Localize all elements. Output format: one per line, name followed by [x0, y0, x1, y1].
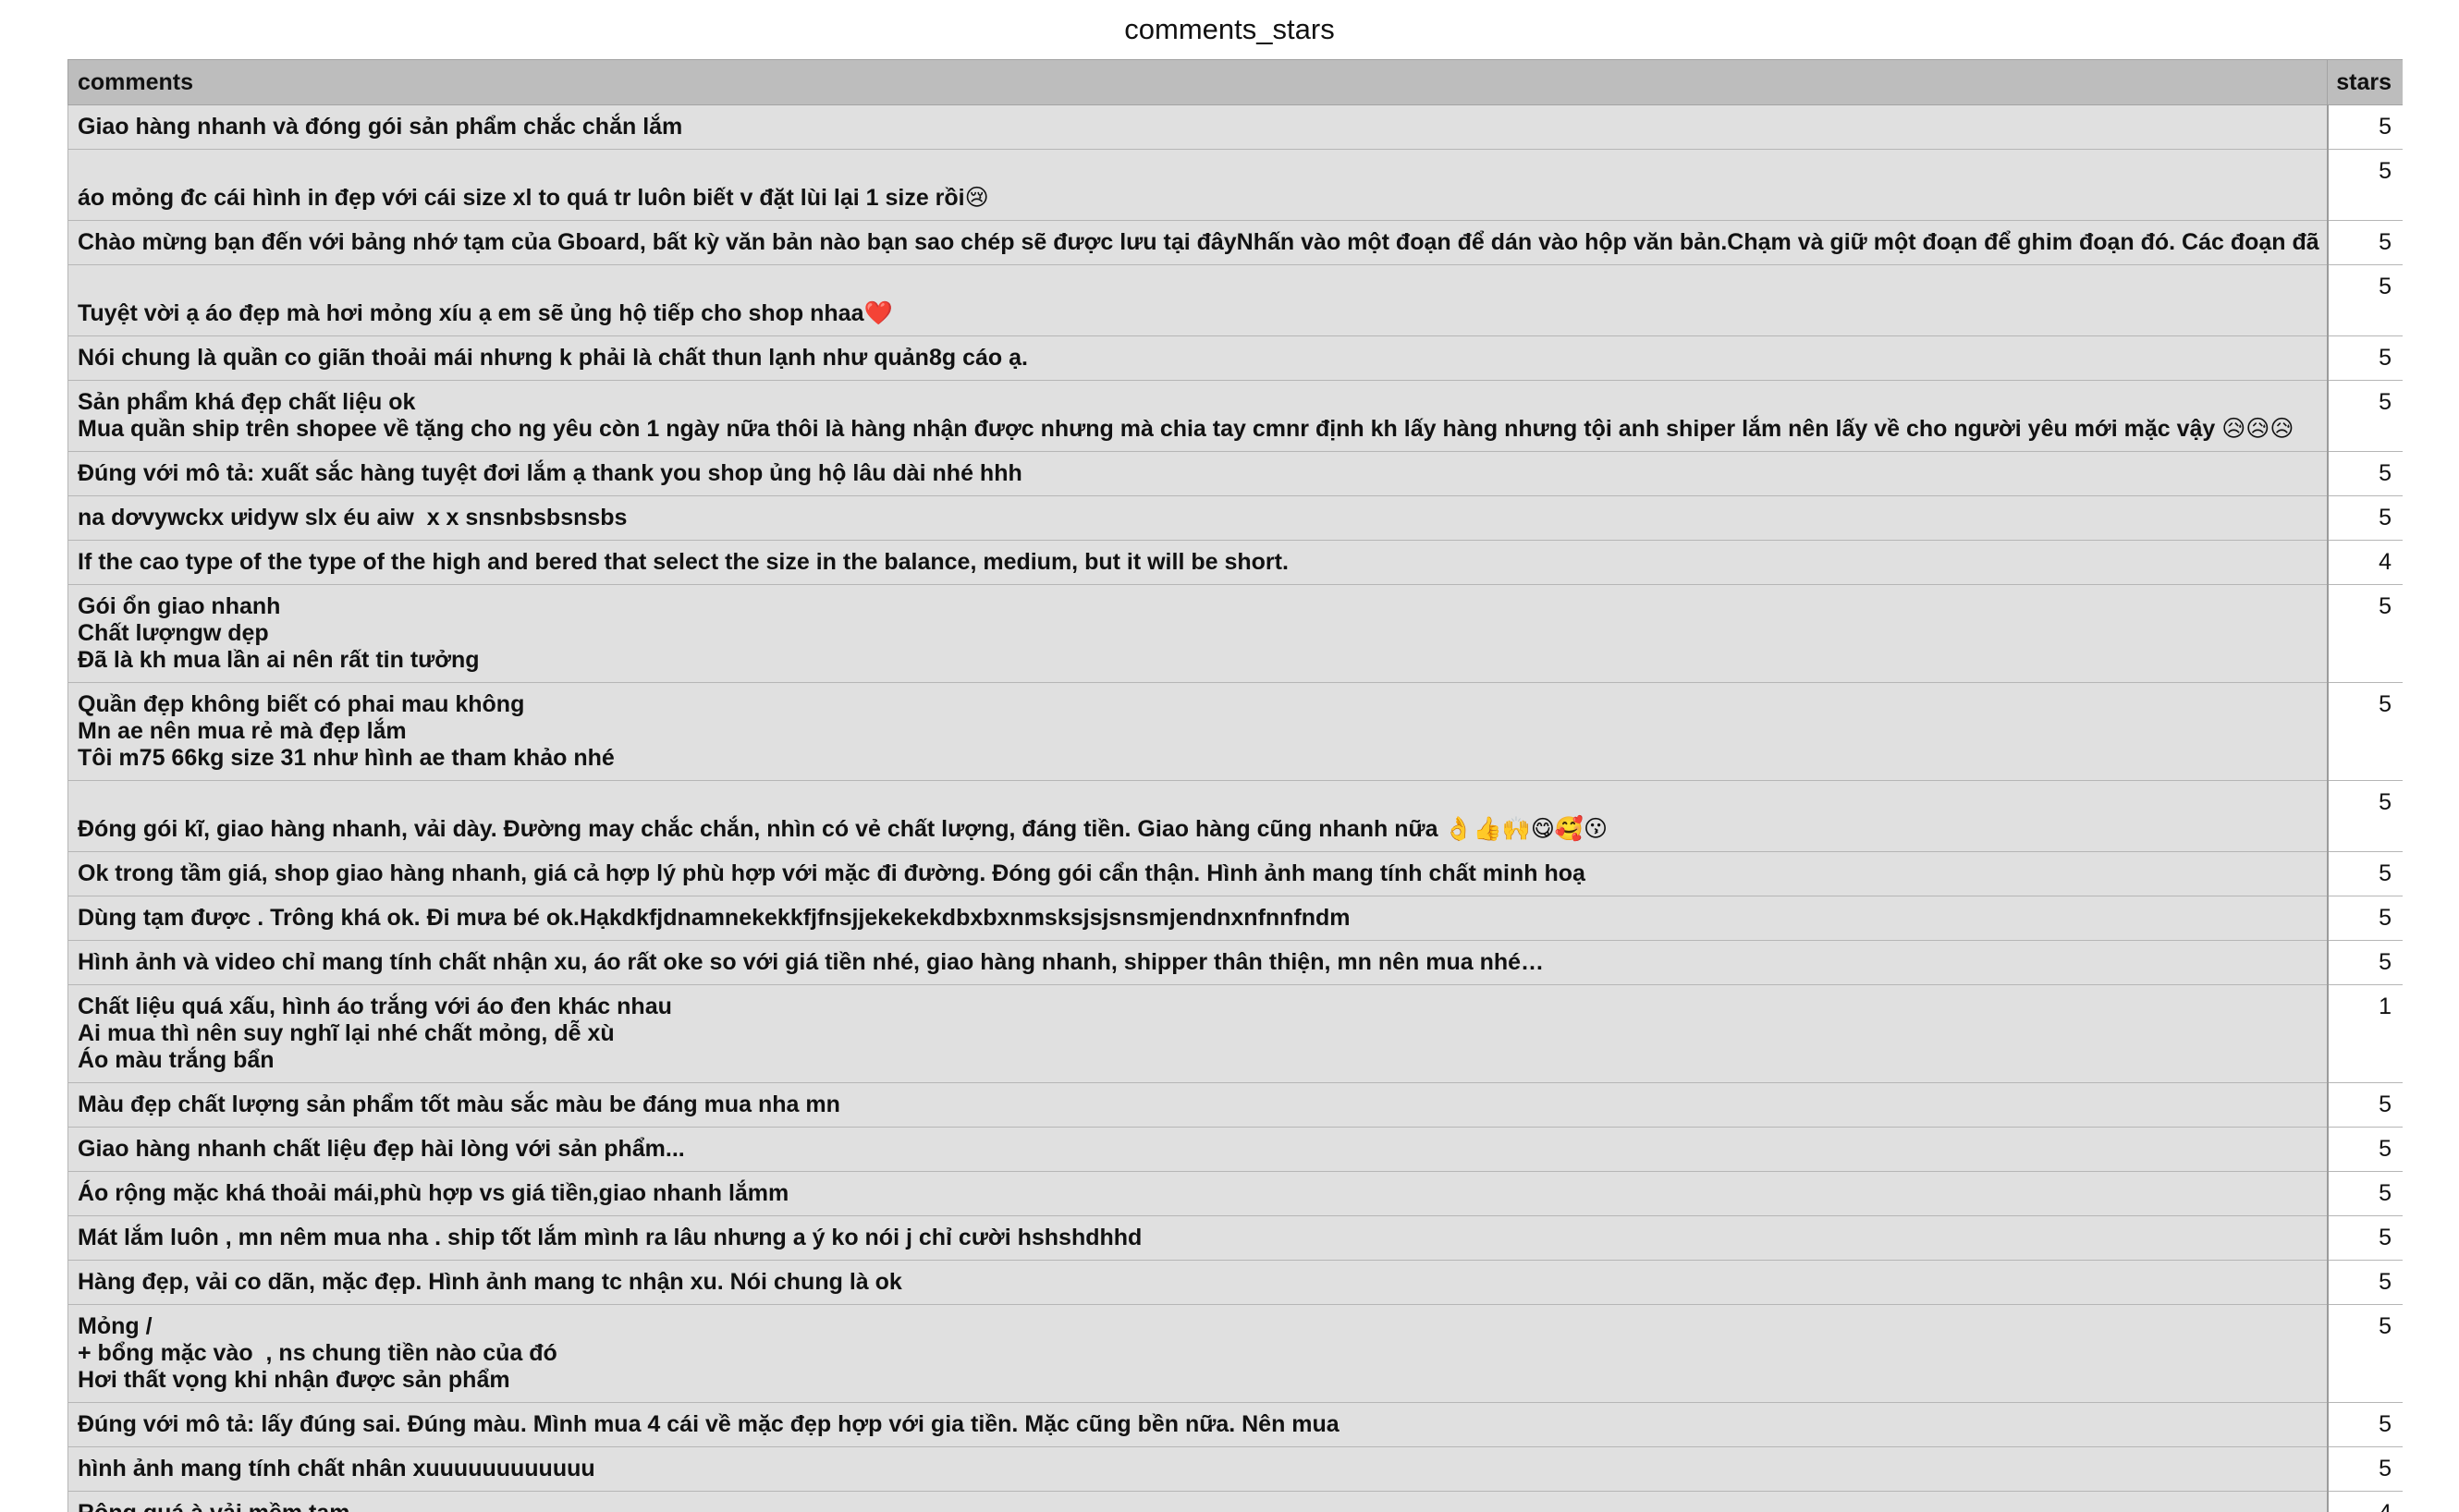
table-header-row: comments stars — [67, 59, 2403, 105]
table-row: Quần đẹp không biết có phai mau không Mn… — [67, 682, 2403, 781]
stars-cell[interactable]: 5 — [2326, 1082, 2403, 1128]
stars-cell[interactable]: 5 — [2326, 1446, 2403, 1492]
table-row: Gói ổn giao nhanh Chất lượngw dẹp Đã là … — [67, 584, 2403, 683]
stars-cell[interactable]: 5 — [2326, 1304, 2403, 1403]
table-row: Sản phẩm khá đẹp chất liệu ok Mua quần s… — [67, 380, 2403, 452]
comments-stars-table: comments stars Giao hàng nhanh và đóng g… — [67, 59, 2403, 1512]
stars-cell[interactable]: 5 — [2326, 495, 2403, 541]
stars-cell[interactable]: 5 — [2326, 851, 2403, 896]
stars-cell[interactable]: 4 — [2326, 1491, 2403, 1512]
comment-cell[interactable]: Chất liệu quá xấu, hình áo trắng với áo … — [67, 984, 2328, 1083]
comment-cell[interactable]: Chào mừng bạn đến với bảng nhớ tạm của G… — [67, 220, 2328, 265]
stars-cell[interactable]: 5 — [2326, 1402, 2403, 1447]
stars-cell[interactable]: 5 — [2326, 335, 2403, 381]
comment-cell[interactable]: Đóng gói kĩ, giao hàng nhanh, vải dày. Đ… — [67, 780, 2328, 852]
stars-cell[interactable]: 5 — [2326, 264, 2403, 336]
table-body: Giao hàng nhanh và đóng gói sản phẩm chắ… — [67, 104, 2403, 1512]
comment-cell[interactable]: Ok trong tầm giá, shop giao hàng nhanh, … — [67, 851, 2328, 896]
comment-cell[interactable]: áo mỏng đc cái hình in đẹp với cái size … — [67, 149, 2328, 221]
stars-cell[interactable]: 5 — [2326, 940, 2403, 985]
comment-cell[interactable]: Đúng với mô tả: lấy đúng sai. Đúng màu. … — [67, 1402, 2328, 1447]
comment-cell[interactable]: Hình ảnh và video chỉ mang tính chất nhậ… — [67, 940, 2328, 985]
stars-cell[interactable]: 5 — [2326, 1171, 2403, 1216]
comment-cell[interactable]: Quần đẹp không biết có phai mau không Mn… — [67, 682, 2328, 781]
table-row: Đúng với mô tả: xuất sắc hàng tuyệt đơi … — [67, 451, 2403, 496]
comment-cell[interactable]: Nói chung là quần co giãn thoải mái nhưn… — [67, 335, 2328, 381]
stars-cell[interactable]: 5 — [2326, 451, 2403, 496]
stars-cell[interactable]: 5 — [2326, 896, 2403, 941]
stars-cell[interactable]: 5 — [2326, 682, 2403, 781]
table-row: Màu đẹp chất lượng sản phẩm tốt màu sắc … — [67, 1082, 2403, 1128]
table-row: Nói chung là quần co giãn thoải mái nhưn… — [67, 335, 2403, 381]
column-header-comments[interactable]: comments — [67, 59, 2328, 105]
comment-cell[interactable]: Rộng quá à vải mềm tạm Và cho hai cái nú… — [67, 1491, 2328, 1512]
table-row: Ok trong tầm giá, shop giao hàng nhanh, … — [67, 851, 2403, 896]
stars-cell[interactable]: 5 — [2326, 1215, 2403, 1261]
comment-cell[interactable]: Màu đẹp chất lượng sản phẩm tốt màu sắc … — [67, 1082, 2328, 1128]
table-row: Dùng tạm được . Trông khá ok. Đi mưa bé … — [67, 896, 2403, 941]
stars-cell[interactable]: 5 — [2326, 584, 2403, 683]
table-row: Đúng với mô tả: lấy đúng sai. Đúng màu. … — [67, 1402, 2403, 1447]
table-row: Giao hàng nhanh chất liệu đẹp hài lòng v… — [67, 1127, 2403, 1172]
table-row: Rộng quá à vải mềm tạm Và cho hai cái nú… — [67, 1491, 2403, 1512]
table-row: Giao hàng nhanh và đóng gói sản phẩm chắ… — [67, 104, 2403, 150]
comment-cell[interactable]: Mát lắm luôn , mn nêm mua nha . ship tốt… — [67, 1215, 2328, 1261]
table-row: Hình ảnh và video chỉ mang tính chất nhậ… — [67, 940, 2403, 985]
comment-cell[interactable]: Áo rộng mặc khá thoải mái,phù hợp vs giá… — [67, 1171, 2328, 1216]
table-row: Mỏng / + bổng mặc vào , ns chung tiền nà… — [67, 1304, 2403, 1403]
stars-cell[interactable]: 5 — [2326, 780, 2403, 852]
table-row: Đóng gói kĩ, giao hàng nhanh, vải dày. Đ… — [67, 780, 2403, 852]
comment-cell[interactable]: If the cao type of the type of the high … — [67, 540, 2328, 585]
table-row: Hàng đẹp, vải co dãn, mặc đẹp. Hình ảnh … — [67, 1260, 2403, 1305]
stars-cell[interactable]: 5 — [2326, 104, 2403, 150]
comment-cell[interactable]: Dùng tạm được . Trông khá ok. Đi mưa bé … — [67, 896, 2328, 941]
stars-cell[interactable]: 5 — [2326, 149, 2403, 221]
table-row: Chào mừng bạn đến với bảng nhớ tạm của G… — [67, 220, 2403, 265]
comment-cell[interactable]: na dơvywckx ưidyw slx éu aiw x x snsnbsb… — [67, 495, 2328, 541]
comment-cell[interactable]: Đúng với mô tả: xuất sắc hàng tuyệt đơi … — [67, 451, 2328, 496]
stars-cell[interactable]: 5 — [2326, 380, 2403, 452]
table-row: hình ảnh mang tính chất nhân xuuuuuuuuuu… — [67, 1446, 2403, 1492]
comment-cell[interactable]: Giao hàng nhanh và đóng gói sản phẩm chắ… — [67, 104, 2328, 150]
column-header-stars[interactable]: stars — [2327, 59, 2403, 105]
stars-cell[interactable]: 5 — [2326, 1127, 2403, 1172]
table-row: Mát lắm luôn , mn nêm mua nha . ship tốt… — [67, 1215, 2403, 1261]
comment-cell[interactable]: Sản phẩm khá đẹp chất liệu ok Mua quần s… — [67, 380, 2328, 452]
table-row: If the cao type of the type of the high … — [67, 540, 2403, 585]
stars-cell[interactable]: 5 — [2326, 1260, 2403, 1305]
stars-cell[interactable]: 4 — [2326, 540, 2403, 585]
comment-cell[interactable]: Tuyệt vời ạ áo đẹp mà hơi mỏng xíu ạ em … — [67, 264, 2328, 336]
table-row: Chất liệu quá xấu, hình áo trắng với áo … — [67, 984, 2403, 1083]
comment-cell[interactable]: Gói ổn giao nhanh Chất lượngw dẹp Đã là … — [67, 584, 2328, 683]
stars-cell[interactable]: 1 — [2326, 984, 2403, 1083]
data-table-container[interactable]: comments stars Giao hàng nhanh và đóng g… — [67, 59, 2403, 1512]
table-row: áo mỏng đc cái hình in đẹp với cái size … — [67, 149, 2403, 221]
table-row: na dơvywckx ưidyw slx éu aiw x x snsnbsb… — [67, 495, 2403, 541]
comment-cell[interactable]: hình ảnh mang tính chất nhân xuuuuuuuuuu… — [67, 1446, 2328, 1492]
comment-cell[interactable]: Mỏng / + bổng mặc vào , ns chung tiền nà… — [67, 1304, 2328, 1403]
comment-cell[interactable]: Giao hàng nhanh chất liệu đẹp hài lòng v… — [67, 1127, 2328, 1172]
table-row: Áo rộng mặc khá thoải mái,phù hợp vs giá… — [67, 1171, 2403, 1216]
table-title: comments_stars — [1124, 13, 1335, 45]
stars-cell[interactable]: 5 — [2326, 220, 2403, 265]
table-row: Tuyệt vời ạ áo đẹp mà hơi mỏng xíu ạ em … — [67, 264, 2403, 336]
comment-cell[interactable]: Hàng đẹp, vải co dãn, mặc đẹp. Hình ảnh … — [67, 1260, 2328, 1305]
